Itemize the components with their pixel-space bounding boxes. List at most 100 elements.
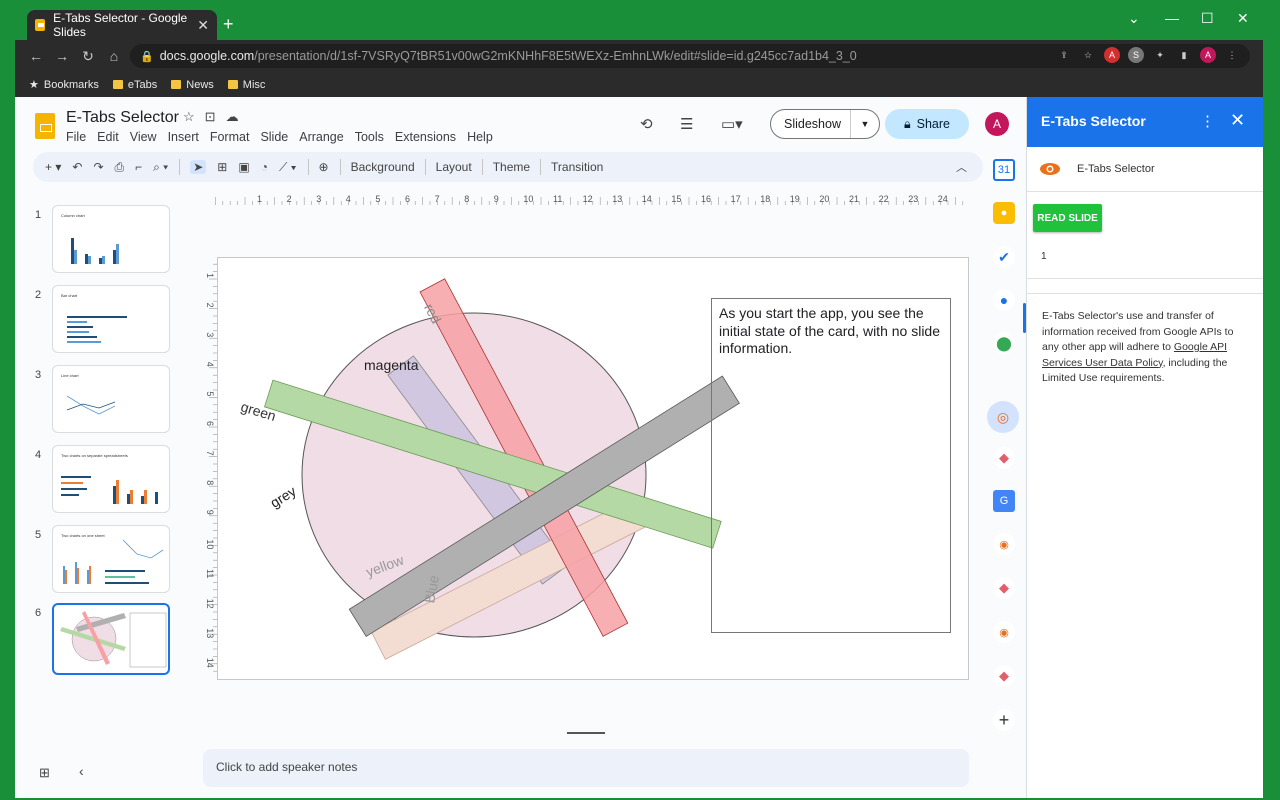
forward-icon[interactable]: → [49, 48, 75, 64]
keep-icon[interactable]: ● [993, 202, 1015, 224]
bookmarks-item[interactable]: ★ Bookmarks [29, 78, 99, 92]
address-bar[interactable]: 🔒 docs.google.com /presentation/d/1sf-7V… [130, 44, 1250, 68]
menu-edit[interactable]: Edit [97, 130, 119, 144]
slideshow-dropdown-icon[interactable]: ▼ [851, 119, 879, 129]
translate-icon[interactable]: G [993, 490, 1015, 512]
bookmark-folder-misc[interactable]: Misc [227, 79, 265, 91]
undo-icon[interactable]: ↶ [72, 160, 82, 174]
slide-thumbnail-2[interactable]: Bar chart [52, 285, 170, 353]
contacts-icon[interactable]: ● [993, 289, 1015, 311]
star-icon[interactable]: ☆ [183, 109, 195, 125]
maximize-icon[interactable]: ☐ [1201, 10, 1214, 27]
ruler-label: 8 [205, 480, 215, 485]
more-options-icon[interactable]: ⋮ [1200, 112, 1215, 130]
menu-file[interactable]: File [66, 130, 86, 144]
menu-bar: File Edit View Insert Format Slide Arran… [66, 130, 493, 144]
calendar-icon[interactable]: 31 [993, 159, 1015, 181]
collapse-toolbar-icon[interactable]: ︿ [956, 159, 967, 175]
read-slide-button[interactable]: READ SLIDE [1033, 204, 1102, 232]
horizontal-ruler[interactable]: 1234567891011121314151617181920212223242… [215, 193, 967, 205]
extension-s-icon[interactable]: S [1128, 47, 1144, 63]
menu-extensions[interactable]: Extensions [395, 130, 456, 144]
doc-title[interactable]: E-Tabs Selector [66, 109, 179, 127]
slide-thumbnail-5[interactable]: Two charts on one sheet [52, 525, 170, 593]
home-icon[interactable]: ⌂ [101, 48, 127, 64]
etabs-selector-icon[interactable]: ◎ [987, 401, 1019, 433]
maps-icon[interactable]: ⬤ [993, 332, 1015, 354]
panel-close-icon[interactable]: ✕ [1230, 110, 1245, 131]
tab-search-icon[interactable]: ⌄ [1128, 10, 1140, 27]
new-tab-icon[interactable]: + [223, 14, 234, 35]
window-close-icon[interactable]: ✕ [1237, 10, 1249, 27]
version-history-icon[interactable]: ⟲ [640, 115, 653, 133]
addon-box-icon[interactable]: ◆ [993, 447, 1015, 469]
ruler-label: 23 [908, 194, 918, 204]
slideshow-button[interactable]: Slideshow ▼ [770, 109, 880, 139]
extensions-puzzle-icon[interactable]: ✦ [1152, 47, 1168, 63]
select-cursor-icon[interactable]: ➤ [190, 160, 207, 174]
ruler-label: 7 [435, 194, 440, 204]
share-button[interactable]: 🔒︎ Share [885, 109, 969, 139]
adblock-icon[interactable]: A [1104, 47, 1120, 63]
addon-box-icon[interactable]: ◆ [993, 665, 1015, 687]
line-icon[interactable]: ⟋ ▾ [279, 160, 297, 175]
addon-box-icon[interactable]: ◆ [993, 577, 1015, 599]
new-slide-icon[interactable]: + ▾ [45, 160, 61, 174]
etabs-eye-icon[interactable]: ◉ [993, 533, 1015, 555]
menu-view[interactable]: View [130, 130, 157, 144]
bookmark-folder-etabs[interactable]: eTabs [112, 79, 157, 91]
get-addons-plus-icon[interactable]: + [993, 709, 1015, 731]
slide-thumbnail-3[interactable]: Line chart [52, 365, 170, 433]
menu-arrange[interactable]: Arrange [299, 130, 343, 144]
share-page-icon[interactable]: ⇪ [1056, 47, 1072, 63]
menu-format[interactable]: Format [210, 130, 250, 144]
menu-help[interactable]: Help [467, 130, 493, 144]
bookmark-star-icon[interactable]: ☆ [1080, 47, 1096, 63]
transition-button[interactable]: Transition [551, 160, 603, 174]
back-icon[interactable]: ← [23, 48, 49, 64]
cloud-status-icon[interactable]: ☁ [226, 109, 239, 125]
slide-thumbnail-1[interactable]: Column chart [52, 205, 170, 273]
print-icon[interactable]: ⎙ [115, 160, 125, 175]
notes-resize-handle[interactable] [567, 732, 605, 734]
slide-thumbnail-4[interactable]: Two charts on separate spreadsheets [52, 445, 170, 513]
panel-app-row: E-Tabs Selector [1027, 147, 1263, 192]
paint-format-icon[interactable]: ⌐ [135, 160, 142, 174]
redo-icon[interactable]: ↷ [93, 160, 103, 174]
move-folder-icon[interactable]: ⊡ [205, 109, 216, 125]
browser-tab[interactable]: E-Tabs Selector - Google Slides ✕ [27, 10, 217, 40]
profile-avatar[interactable]: A [1200, 47, 1216, 63]
toolbar-divider [424, 159, 426, 175]
insert-comment-icon[interactable]: ⊕ [319, 160, 329, 174]
slide-canvas[interactable]: magenta red Blue green grey yellow As yo… [217, 257, 969, 680]
reload-icon[interactable]: ↻ [75, 48, 101, 65]
hide-filmstrip-icon[interactable]: ‹ [79, 763, 84, 779]
background-button[interactable]: Background [351, 160, 415, 174]
menu-slide[interactable]: Slide [260, 130, 288, 144]
slide-text-box[interactable]: As you start the app, you see the initia… [711, 298, 951, 633]
tasks-icon[interactable]: ✔ [993, 246, 1015, 268]
minimize-icon[interactable]: — [1165, 10, 1179, 26]
tab-close-icon[interactable]: ✕ [197, 17, 209, 34]
meet-camera-icon[interactable]: ▭▾ [721, 115, 743, 133]
url-host: docs.google.com [159, 49, 255, 63]
theme-button[interactable]: Theme [493, 160, 530, 174]
zoom-icon[interactable]: ⌕ ▾ [153, 160, 168, 175]
speaker-notes[interactable]: Click to add speaker notes [203, 749, 969, 787]
browser-menu-icon[interactable]: ⋮ [1224, 47, 1240, 63]
side-panel-icon[interactable]: ▮ [1176, 47, 1192, 63]
text-box-icon[interactable]: ⊞ [217, 160, 227, 174]
account-avatar[interactable]: A [985, 112, 1009, 136]
etabs-eye-icon[interactable]: ◉ [993, 621, 1015, 643]
bookmark-folder-news[interactable]: News [171, 79, 214, 91]
shape-icon[interactable]: ◔ [261, 160, 268, 174]
menu-tools[interactable]: Tools [355, 130, 384, 144]
slide-thumbnail-6[interactable] [52, 603, 170, 675]
layout-button[interactable]: Layout [436, 160, 472, 174]
grid-view-icon[interactable]: ⊞ [39, 765, 50, 781]
vertical-ruler[interactable]: 1234567891011121314 [205, 257, 217, 677]
comments-icon[interactable]: ☰ [680, 115, 693, 133]
image-icon[interactable]: ▣ [238, 160, 249, 174]
slides-logo-icon[interactable] [35, 113, 55, 139]
menu-insert[interactable]: Insert [168, 130, 199, 144]
